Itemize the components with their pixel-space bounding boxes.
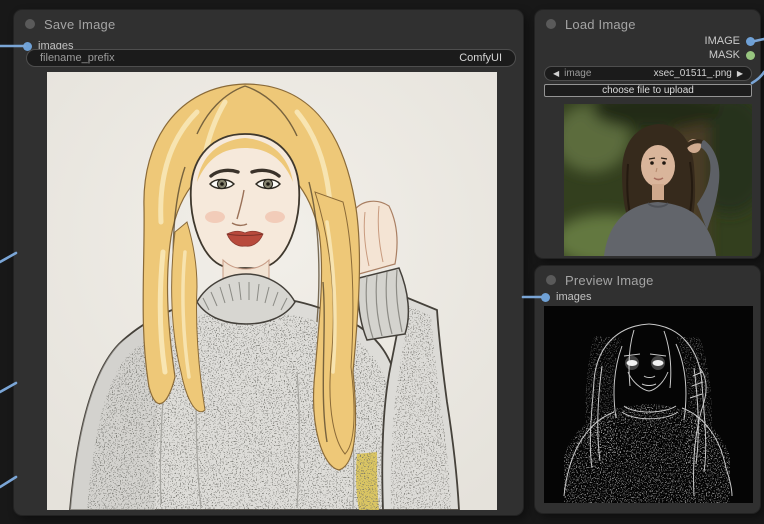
- output-socket-label-mask: MASK: [708, 49, 740, 61]
- output-socket-image[interactable]: [746, 36, 755, 46]
- combo-label: image: [564, 68, 592, 79]
- node-title: Save Image: [44, 16, 116, 32]
- widget-name: filename_prefix: [40, 52, 115, 64]
- combo-next-arrow-icon[interactable]: ▶: [737, 69, 743, 78]
- node-canvas[interactable]: Save Image images filename_prefix ComfyU…: [0, 0, 764, 524]
- node-title: Preview Image: [565, 272, 654, 288]
- loaded-photo-illustration: [564, 104, 752, 256]
- save-image-preview: [47, 72, 497, 510]
- output-socket-label-image: IMAGE: [704, 35, 740, 47]
- watercolor-portrait-illustration: [47, 72, 497, 510]
- output-socket-mask[interactable]: [746, 50, 755, 60]
- preview-image-canvas: [544, 306, 753, 503]
- load-image-photo: [564, 104, 752, 256]
- edge-map-illustration: [544, 306, 753, 503]
- filename-prefix-widget[interactable]: filename_prefix ComfyUI: [26, 49, 516, 67]
- preview-image-node[interactable]: Preview Image images: [535, 266, 760, 513]
- load-image-node[interactable]: Load Image IMAGE MASK ◀ image xsec_01511…: [535, 10, 760, 258]
- input-socket-label: images: [556, 291, 592, 303]
- save-image-node[interactable]: Save Image images filename_prefix ComfyU…: [14, 10, 523, 515]
- collapse-dot[interactable]: [546, 19, 556, 29]
- choose-file-button[interactable]: choose file to upload: [544, 84, 752, 97]
- input-socket-images[interactable]: [541, 292, 550, 302]
- image-combo-widget[interactable]: ◀ image xsec_01511_.png ▶: [544, 66, 752, 81]
- combo-value: xsec_01511_.png: [653, 68, 732, 79]
- collapse-dot[interactable]: [546, 275, 556, 285]
- combo-prev-arrow-icon[interactable]: ◀: [553, 69, 559, 78]
- widget-value: ComfyUI: [459, 52, 502, 64]
- node-title: Load Image: [565, 16, 636, 32]
- save-image-node-header[interactable]: Save Image: [14, 10, 523, 38]
- collapse-dot[interactable]: [25, 19, 35, 29]
